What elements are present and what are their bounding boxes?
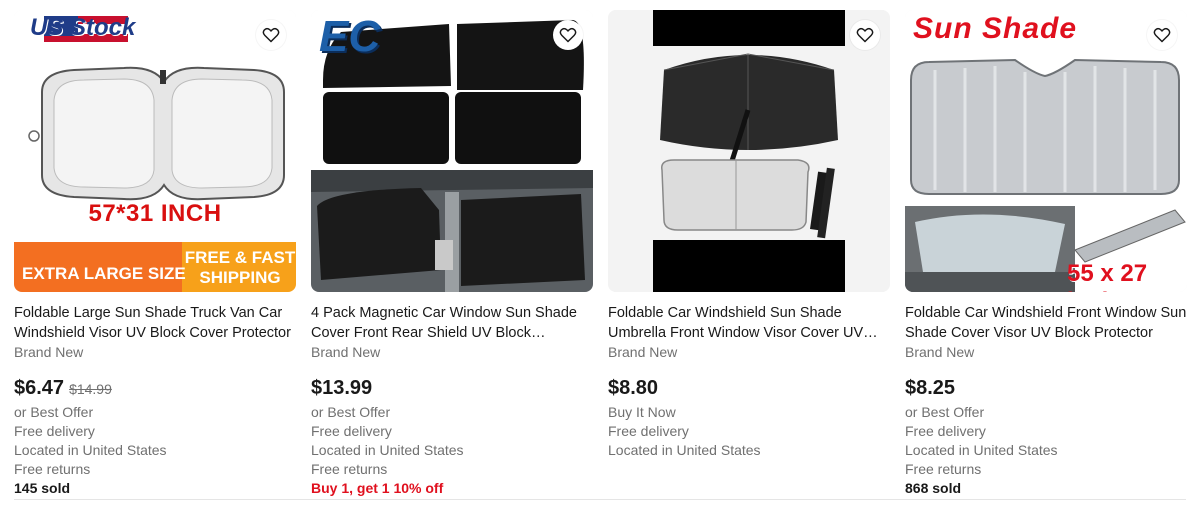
heart-outline-icon — [856, 27, 874, 43]
umbrella-shade-image — [608, 10, 890, 292]
watch-button[interactable] — [256, 20, 286, 50]
watch-button[interactable] — [1147, 20, 1177, 50]
delivery-info: Free delivery — [14, 423, 95, 439]
price-row: $13.99 — [311, 375, 595, 403]
heart-outline-icon — [1153, 27, 1171, 43]
condition-label: Brand New — [608, 344, 678, 360]
returns-info: Free returns — [905, 461, 982, 477]
heart-outline-icon — [262, 27, 280, 43]
buying-format: or Best Offer — [311, 404, 391, 420]
delivery-info: Free delivery — [311, 423, 392, 439]
condition-label: Brand New — [311, 344, 381, 360]
price: $8.80 — [608, 377, 659, 399]
watch-button[interactable] — [850, 20, 880, 50]
sun-shade-heading: Sun Shade — [913, 12, 1078, 45]
price: $8.25 — [905, 377, 956, 399]
item-location: Located in United States — [311, 442, 464, 458]
returns-info: Free returns — [14, 461, 91, 477]
listing-image[interactable]: Sun Shade 55 x 27 inch — [905, 10, 1187, 292]
reflective-shade-image — [905, 10, 1187, 292]
results-divider — [14, 499, 1186, 500]
condition-label: Brand New — [905, 344, 975, 360]
listing-title[interactable]: 4 Pack Magnetic Car Window Sun Shade Cov… — [311, 303, 595, 343]
listing-image[interactable]: EC — [311, 10, 593, 292]
listing-card[interactable]: Foldable Car Windshield Sun Shade Umbrel… — [608, 10, 892, 490]
listing-card[interactable]: US Stock 57*31 INCH EXTRA LARGE SIZE FRE… — [14, 10, 298, 496]
returns-info: Free returns — [311, 461, 388, 477]
buying-format: or Best Offer — [905, 404, 985, 420]
item-location: Located in United States — [14, 442, 167, 458]
extra-large-banner: EXTRA LARGE SIZE — [22, 264, 186, 283]
price-row: $6.47 $14.99 — [14, 375, 298, 403]
buying-format: or Best Offer — [14, 404, 94, 420]
heart-outline-icon — [559, 27, 577, 43]
original-price: $14.99 — [69, 381, 112, 397]
item-location: Located in United States — [608, 442, 761, 458]
delivery-info: Free delivery — [608, 423, 689, 439]
brand-logo: EC — [319, 12, 381, 61]
free-shipping-banner: FREE & FAST SHIPPING — [184, 248, 296, 287]
price: $13.99 — [311, 377, 373, 399]
listing-title[interactable]: Foldable Car Windshield Sun Shade Umbrel… — [608, 303, 892, 343]
item-location: Located in United States — [905, 442, 1058, 458]
promo-offer: Buy 1, get 1 10% off — [311, 480, 444, 496]
delivery-info: Free delivery — [905, 423, 986, 439]
size-label: 57*31 INCH — [88, 200, 222, 227]
buying-format: Buy It Now — [608, 404, 676, 420]
price-row: $8.80 — [608, 375, 892, 403]
listing-title[interactable]: Foldable Large Sun Shade Truck Van Car W… — [14, 303, 298, 343]
condition-label: Brand New — [14, 344, 84, 360]
price: $6.47 — [14, 377, 65, 399]
size-label: 55 x 27 inch — [1067, 260, 1148, 292]
listing-card[interactable]: EC 4 Pack Magnetic Car Window Sun Shade … — [311, 10, 595, 496]
price-row: $8.25 — [905, 375, 1189, 403]
watch-button[interactable] — [553, 20, 583, 50]
listing-title[interactable]: Foldable Car Windshield Front Window Sun… — [905, 303, 1189, 343]
listing-image[interactable] — [608, 10, 890, 292]
sold-count: 868 sold — [905, 480, 962, 496]
search-results-grid: US Stock 57*31 INCH EXTRA LARGE SIZE FRE… — [0, 0, 1200, 509]
listing-card[interactable]: Sun Shade 55 x 27 inch Foldable Car Wind… — [905, 10, 1189, 496]
us-stock-badge: US Stock — [30, 14, 136, 41]
sold-count: 145 sold — [14, 480, 71, 496]
listing-image[interactable]: US Stock 57*31 INCH EXTRA LARGE SIZE FRE… — [14, 10, 296, 292]
